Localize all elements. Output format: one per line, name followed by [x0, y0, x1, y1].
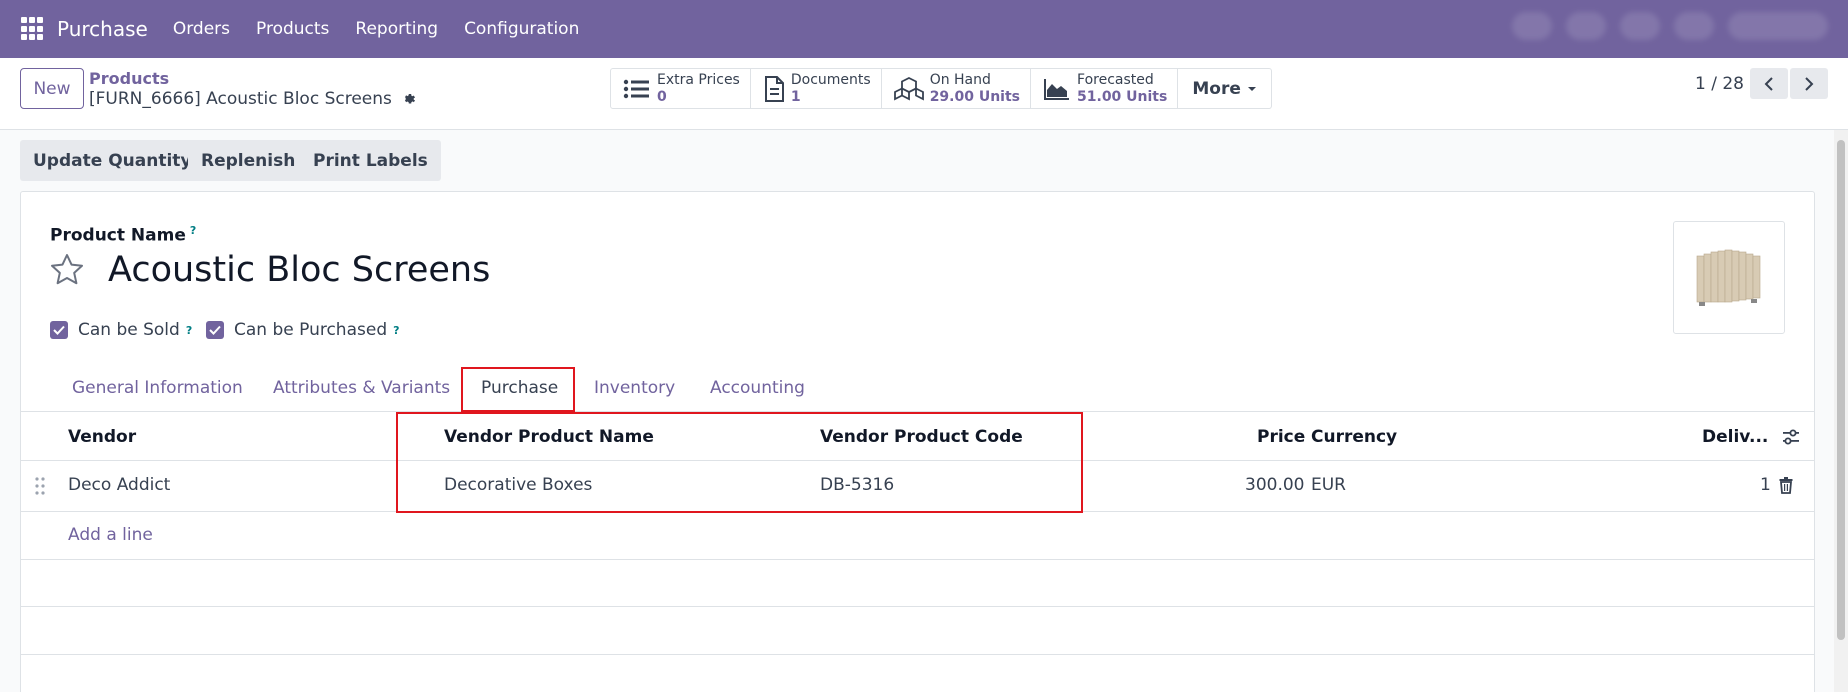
trash-icon[interactable]: [1779, 477, 1793, 494]
optional-columns-icon[interactable]: [1782, 428, 1800, 446]
check-icon[interactable]: [206, 321, 224, 339]
systray-item[interactable]: [1674, 12, 1714, 40]
menu-orders[interactable]: Orders: [160, 19, 243, 39]
chevron-right-icon: [1805, 76, 1814, 91]
document-icon: [764, 75, 784, 102]
help-tooltip[interactable]: ?: [393, 324, 399, 337]
cell-price[interactable]: 300.00: [1245, 475, 1304, 495]
more-label: More: [1192, 78, 1241, 99]
row-divider: [20, 654, 1815, 655]
update-quantity-button[interactable]: Update Quantity: [20, 140, 205, 181]
systray: [1512, 12, 1828, 40]
systray-item[interactable]: [1620, 12, 1660, 40]
on-hand-button[interactable]: On Hand 29.00 Units: [882, 69, 1032, 108]
cell-vendor[interactable]: Deco Addict: [68, 475, 170, 495]
documents-value: 1: [790, 88, 801, 105]
can-be-sold-checkbox[interactable]: Can be Sold?: [50, 320, 192, 340]
pager-next-button[interactable]: [1790, 68, 1828, 99]
extra-prices-button[interactable]: Extra Prices 0: [611, 69, 751, 108]
documents-label: Documents: [790, 71, 871, 88]
cell-currency[interactable]: EUR: [1311, 475, 1346, 495]
user-menu[interactable]: [1728, 12, 1828, 40]
product-image[interactable]: [1673, 221, 1785, 334]
can-be-purchased-label: Can be Purchased: [234, 320, 388, 340]
column-currency[interactable]: Currency: [1311, 427, 1397, 447]
scrollbar[interactable]: [1834, 130, 1848, 692]
control-panel: New Products [FURN_6666] Acoustic Bloc S…: [0, 58, 1848, 130]
favorite-star-icon[interactable]: [50, 253, 84, 285]
scrollbar-thumb[interactable]: [1837, 140, 1845, 640]
acoustic-screen-image: [1696, 249, 1761, 306]
forecasted-value: 51.00 Units: [1077, 88, 1168, 105]
tab-attributes-variants[interactable]: Attributes & Variants: [273, 378, 450, 398]
column-vendor[interactable]: Vendor: [68, 427, 136, 447]
drag-handle-icon[interactable]: [35, 477, 45, 495]
breadcrumb-products[interactable]: Products: [89, 69, 169, 88]
print-labels-button[interactable]: Print Labels: [300, 140, 441, 181]
cell-delivery[interactable]: 1: [1760, 475, 1771, 495]
smart-buttons: Extra Prices 0 Documents 1 On Hand 29.00…: [610, 68, 1272, 109]
systray-item[interactable]: [1512, 12, 1552, 40]
extra-prices-label: Extra Prices: [657, 71, 740, 88]
app-name[interactable]: Purchase: [57, 17, 148, 41]
row-divider: [20, 559, 1815, 560]
breadcrumb-current: [FURN_6666] Acoustic Bloc Screens: [89, 89, 418, 109]
replenish-button[interactable]: Replenish: [188, 140, 309, 181]
list-icon: [623, 79, 649, 98]
documents-button[interactable]: Documents 1: [751, 69, 882, 108]
gear-icon[interactable]: [402, 91, 418, 107]
check-icon[interactable]: [50, 321, 68, 339]
systray-item[interactable]: [1566, 12, 1606, 40]
pager-previous-button[interactable]: [1750, 68, 1788, 99]
apps-grid-icon[interactable]: [21, 17, 45, 41]
vendor-columns-highlight: [396, 412, 1083, 513]
menu-products[interactable]: Products: [243, 19, 342, 39]
product-name-field[interactable]: Acoustic Bloc Screens: [108, 250, 490, 290]
on-hand-value: 29.00 Units: [929, 88, 1021, 105]
help-tooltip[interactable]: ?: [186, 324, 192, 337]
add-a-line-link[interactable]: Add a line: [68, 525, 153, 545]
forecasted-button[interactable]: Forecasted 51.00 Units: [1031, 69, 1179, 108]
row-divider: [20, 606, 1815, 607]
pager-value[interactable]: 1 / 28: [1695, 74, 1744, 94]
top-navbar: Purchase Orders Products Reporting Confi…: [0, 0, 1848, 58]
breadcrumb-current-label: [FURN_6666] Acoustic Bloc Screens: [89, 89, 392, 109]
more-button[interactable]: More: [1178, 69, 1271, 108]
column-price[interactable]: Price: [1257, 427, 1305, 447]
on-hand-label: On Hand: [929, 71, 991, 88]
help-tooltip[interactable]: ?: [190, 224, 196, 237]
menu-reporting[interactable]: Reporting: [342, 19, 451, 39]
tab-purchase[interactable]: Purchase: [481, 378, 558, 398]
product-name-label-text: Product Name: [50, 225, 186, 246]
column-delivery[interactable]: Deliv...: [1702, 427, 1768, 447]
caret-down-icon: [1247, 86, 1256, 91]
chevron-left-icon: [1764, 76, 1773, 91]
cubes-icon: [893, 76, 924, 100]
tab-inventory[interactable]: Inventory: [594, 378, 675, 398]
forecasted-label: Forecasted: [1077, 71, 1154, 88]
extra-prices-value: 0: [657, 88, 667, 105]
can-be-sold-label: Can be Sold: [78, 320, 180, 340]
area-chart-icon: [1044, 78, 1070, 100]
can-be-purchased-checkbox[interactable]: Can be Purchased?: [206, 320, 400, 340]
new-button[interactable]: New: [20, 68, 84, 109]
menu-configuration[interactable]: Configuration: [451, 19, 592, 39]
product-name-label: Product Name?: [50, 224, 196, 246]
tab-general-information[interactable]: General Information: [72, 378, 243, 398]
tab-accounting[interactable]: Accounting: [710, 378, 805, 398]
